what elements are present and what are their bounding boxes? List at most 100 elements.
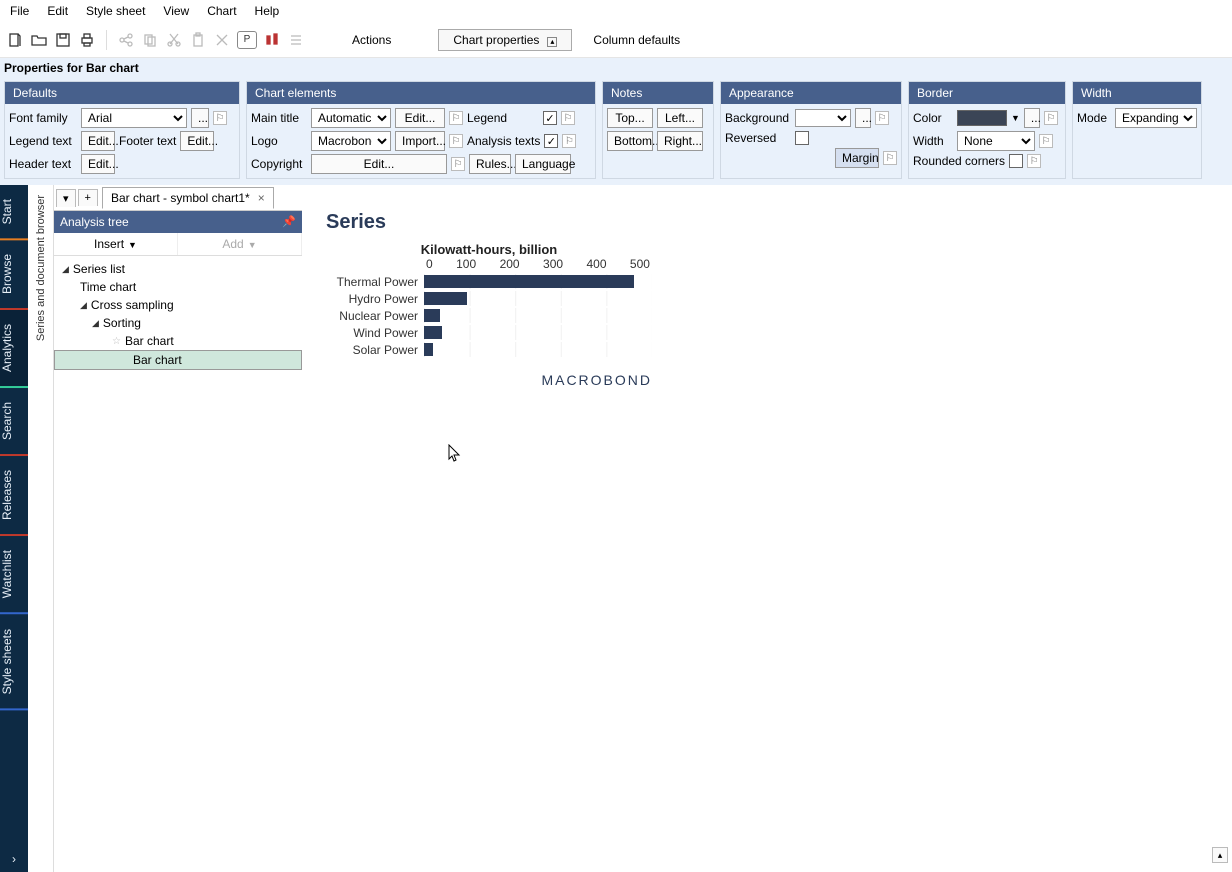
border-color-swatch[interactable] <box>957 110 1007 126</box>
analysis-texts-checkbox[interactable]: ✓ <box>544 134 558 148</box>
document-tabs: ▾ + Bar chart - symbol chart1*× <box>54 185 302 211</box>
background-more[interactable]: ... <box>855 108 871 128</box>
left-rail: Start Browse Analytics Search Releases W… <box>0 185 28 872</box>
flag-icon[interactable]: ⚐ <box>1039 134 1053 148</box>
border-color-more[interactable]: ... <box>1024 108 1040 128</box>
presentation-icon[interactable]: P <box>237 31 257 49</box>
logo-import[interactable]: Import... <box>395 131 445 151</box>
font-family-select[interactable]: Arial <box>81 108 187 128</box>
chart-properties-button[interactable]: Chart properties▴ <box>438 29 572 51</box>
menu-view[interactable]: View <box>163 4 189 18</box>
legend-text-edit[interactable]: Edit... <box>81 131 115 151</box>
reversed-checkbox[interactable] <box>795 131 809 145</box>
main-title-edit[interactable]: Edit... <box>395 108 445 128</box>
copyright-edit[interactable]: Edit... <box>311 154 447 174</box>
chart-card[interactable]: Series Kilowatt-hours, billion 010020030… <box>316 205 662 398</box>
tab-add-icon[interactable]: + <box>78 189 98 206</box>
column-defaults-button[interactable]: Column defaults <box>578 29 695 51</box>
margin-button[interactable]: Margin <box>835 148 879 168</box>
language-button[interactable]: Language <box>515 154 571 174</box>
tree-insert[interactable]: Insert▼ <box>54 233 178 255</box>
rail-search[interactable]: Search <box>0 388 28 456</box>
main-title-label: Main title <box>251 111 307 125</box>
bar-fill <box>424 326 442 339</box>
flag-icon[interactable]: ⚐ <box>449 111 463 125</box>
pin-icon[interactable]: 📌 <box>282 215 296 229</box>
save-icon[interactable] <box>54 31 72 49</box>
legend-checkbox[interactable]: ✓ <box>543 111 557 125</box>
tree-cross-sampling[interactable]: ◢Cross sampling <box>54 296 302 314</box>
border-width-select[interactable]: None <box>957 131 1035 151</box>
note-bottom[interactable]: Bottom... <box>607 131 653 151</box>
rail-releases[interactable]: Releases <box>0 456 28 536</box>
menu-file[interactable]: File <box>10 4 29 18</box>
tree-time-chart[interactable]: Time chart <box>54 278 302 296</box>
flag-icon[interactable]: ⚐ <box>213 111 227 125</box>
doc-browser-tab[interactable]: Series and document browser <box>28 185 54 872</box>
list-icon[interactable] <box>287 31 305 49</box>
tab-dropdown-icon[interactable]: ▾ <box>56 189 76 207</box>
rail-stylesheets[interactable]: Style sheets <box>0 615 28 710</box>
flag-icon[interactable]: ⚐ <box>875 111 889 125</box>
bar-label: Solar Power <box>326 343 424 357</box>
cut-icon[interactable] <box>165 31 183 49</box>
header-text-edit[interactable]: Edit... <box>81 154 115 174</box>
flag-icon[interactable]: ⚐ <box>562 134 576 148</box>
tree-sorting[interactable]: ◢Sorting <box>54 314 302 332</box>
paste-icon[interactable] <box>189 31 207 49</box>
tree-bar-chart-2[interactable]: Bar chart <box>54 350 302 370</box>
bar-row: Wind Power <box>326 324 652 341</box>
actions-button[interactable]: Actions <box>337 29 406 51</box>
print-icon[interactable] <box>78 31 96 49</box>
note-left[interactable]: Left... <box>657 108 703 128</box>
flag-icon[interactable]: ⚐ <box>1044 111 1058 125</box>
rail-collapse-icon[interactable]: › <box>12 846 16 872</box>
copy-icon[interactable] <box>141 31 159 49</box>
rail-start[interactable]: Start <box>0 185 28 240</box>
bar-row: Solar Power <box>326 341 652 358</box>
flag-icon[interactable]: ⚐ <box>451 157 465 171</box>
rules-button[interactable]: Rules... <box>469 154 511 174</box>
rounded-corners-checkbox[interactable] <box>1009 154 1023 168</box>
close-icon[interactable]: × <box>258 191 265 205</box>
delete-icon[interactable] <box>213 31 231 49</box>
menu-stylesheet[interactable]: Style sheet <box>86 4 145 18</box>
background-label: Background <box>725 111 791 125</box>
rail-analytics[interactable]: Analytics <box>0 310 28 388</box>
flag-icon[interactable]: ⚐ <box>883 151 897 165</box>
rounded-corners-label: Rounded corners <box>913 154 1005 168</box>
document-tab[interactable]: Bar chart - symbol chart1*× <box>102 187 274 209</box>
note-top[interactable]: Top... <box>607 108 653 128</box>
logo-select[interactable]: Macrobond <box>311 131 391 151</box>
rail-browse[interactable]: Browse <box>0 240 28 310</box>
open-icon[interactable] <box>30 31 48 49</box>
width-mode-select[interactable]: Expanding <box>1115 108 1197 128</box>
menu-edit[interactable]: Edit <box>47 4 68 18</box>
background-select[interactable] <box>795 109 851 127</box>
tree-header: Analysis tree 📌 <box>54 211 302 233</box>
menu-help[interactable]: Help <box>255 4 280 18</box>
candlestick-icon[interactable] <box>263 31 281 49</box>
analysis-tree: ◢Series list Time chart ◢Cross sampling … <box>54 256 302 374</box>
tree-series-list[interactable]: ◢Series list <box>54 260 302 278</box>
font-family-more[interactable]: ... <box>191 108 209 128</box>
panel-width: Width Mode Expanding <box>1072 81 1202 179</box>
tree-bar-chart-1[interactable]: ☆Bar chart <box>54 332 302 350</box>
tree-add[interactable]: Add▼ <box>178 233 302 255</box>
flag-icon[interactable]: ⚐ <box>1027 154 1041 168</box>
chart-axis-label: Kilowatt-hours, billion <box>326 242 652 257</box>
chart-bars: Thermal PowerHydro PowerNuclear PowerWin… <box>326 273 652 358</box>
share-icon[interactable] <box>117 31 135 49</box>
scroll-up-icon[interactable]: ▴ <box>1212 847 1228 863</box>
new-icon[interactable] <box>6 31 24 49</box>
rail-watchlist[interactable]: Watchlist <box>0 536 28 614</box>
footer-text-edit[interactable]: Edit... <box>180 131 214 151</box>
panel-head-border: Border <box>909 82 1065 104</box>
note-right[interactable]: Right... <box>657 131 703 151</box>
flag-icon[interactable]: ⚐ <box>449 134 463 148</box>
main-title-select[interactable]: Automatic <box>311 108 391 128</box>
panel-border: Border Color ▼ ... ⚐ Width None ⚐ Rounde… <box>908 81 1066 179</box>
flag-icon[interactable]: ⚐ <box>561 111 575 125</box>
menu-chart[interactable]: Chart <box>207 4 236 18</box>
properties-title: Properties for Bar chart <box>0 58 1232 77</box>
